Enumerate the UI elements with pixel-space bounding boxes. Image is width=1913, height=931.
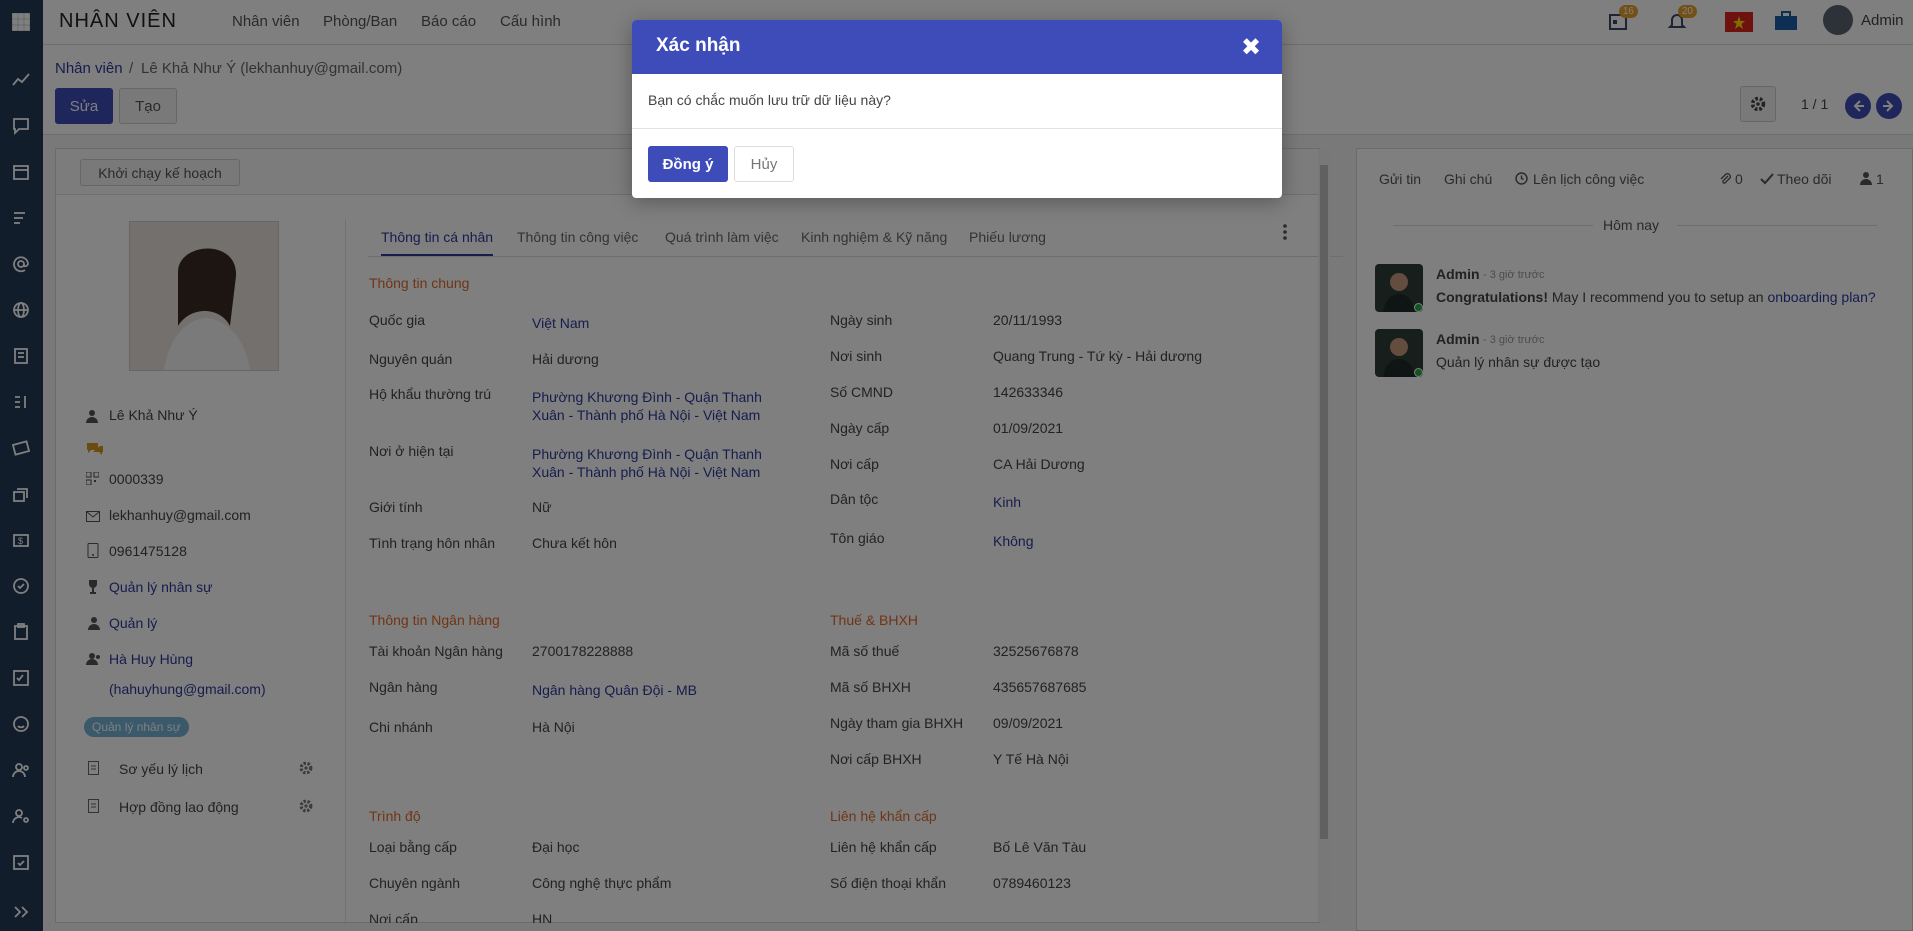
dialog-header: Xác nhận ✖ <box>632 20 1282 74</box>
confirm-dialog: Xác nhận ✖ Bạn có chắc muốn lưu trữ dữ l… <box>632 20 1282 198</box>
dialog-body: Bạn có chắc muốn lưu trữ dữ liệu này? <box>632 74 1282 129</box>
dialog-title: Xác nhận <box>656 35 741 56</box>
confirm-cancel-button[interactable]: Hủy <box>734 146 794 182</box>
dialog-message: Bạn có chắc muốn lưu trữ dữ liệu này? <box>648 92 891 108</box>
confirm-ok-button[interactable]: Đồng ý <box>648 146 728 182</box>
close-icon[interactable]: ✖ <box>1241 33 1261 62</box>
